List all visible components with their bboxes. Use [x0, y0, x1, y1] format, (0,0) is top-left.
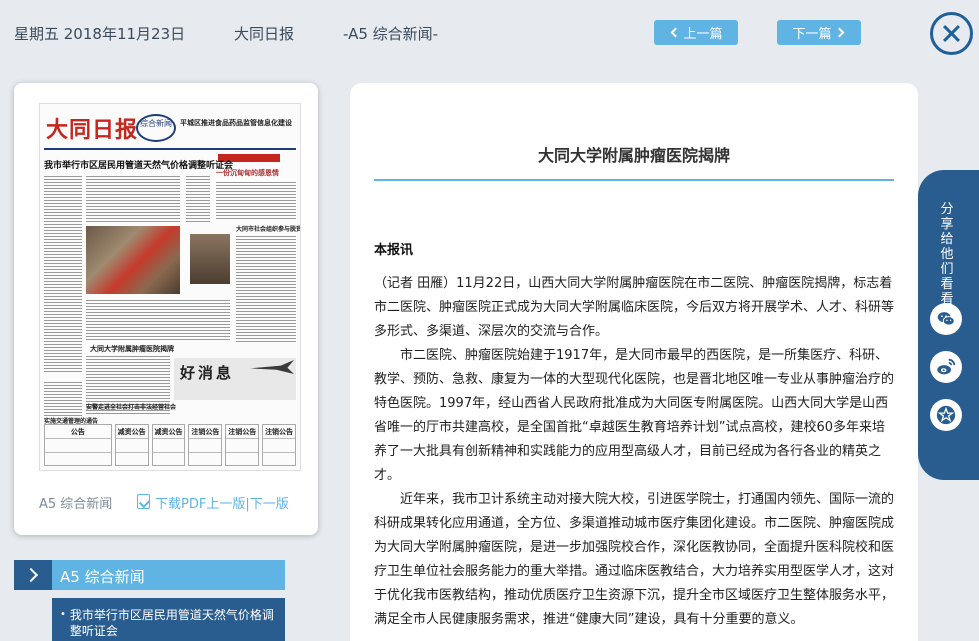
thumbnail-photo: [86, 226, 180, 294]
thumbnail-column: [216, 180, 296, 220]
chevron-right-icon: [14, 560, 52, 590]
thumbnail-ad-text: 好消息: [180, 364, 235, 382]
next-article-label: 下一篇: [792, 27, 832, 42]
article-body: （记者 田雁）11月22日，山西大同大学附属肿瘤医院在市二医院、肿瘤医院揭牌，标…: [374, 272, 894, 632]
thumbnail-column: [44, 380, 82, 416]
thumbnail-column: [186, 174, 210, 224]
share-panel: 分享给他们看看: [918, 170, 979, 480]
section-title: A5 综合新闻: [60, 568, 145, 586]
thumbnail-photo: [190, 234, 230, 284]
thumbnail-notice-cell: 注销公告: [262, 424, 296, 466]
article-title: 大同大学附属肿瘤医院揭牌: [537, 146, 730, 165]
issue-date: 星期五 2018年11月23日: [14, 25, 186, 43]
thumbnail-notice-cell: 减资公告: [114, 424, 149, 466]
article-source: 本报讯: [374, 243, 414, 258]
thumbnail-side-head: 安警走进全社会打击非法经营社会: [86, 404, 177, 411]
wechat-icon: [937, 312, 955, 326]
section-article-item[interactable]: • 我市举行市区居民用管道天然气价格调整听证会: [60, 607, 277, 639]
thumbnail-links: 下载PDF上一版|下一版: [155, 493, 289, 512]
chevron-right-icon: [834, 27, 844, 38]
thumbnail-notice-cell: 减资公告: [151, 424, 186, 466]
section-article-list: • 我市举行市区居民用管道天然气价格调整听证会: [52, 598, 285, 641]
page-thumbnail-card: 大同日报 综合新闻 平城区推进食品药品监管信息化建设 我市举行市区居民用管道天然…: [14, 83, 318, 535]
thumbnail-section-label: A5 综合新闻: [39, 497, 113, 512]
thumbnail-notice-cell: 公告: [44, 424, 112, 466]
prev-page-link[interactable]: 上一版: [206, 497, 245, 512]
prev-article-button[interactable]: 上一篇: [654, 20, 738, 45]
bullet-icon: •: [60, 609, 66, 620]
article-paragraph: 近年来，我市卫计系统主动对接大院大校，引进医学院士，打通国内领先、国际一流的科研…: [374, 492, 895, 627]
thumbnail-rule: [44, 148, 296, 150]
thumbnail-masthead: 大同日报: [46, 117, 139, 143]
thumbnail-top-headline: 平城区推进食品药品监管信息化建设: [180, 119, 292, 127]
article-panel: 大同大学附属肿瘤医院揭牌 本报讯 （记者 田雁）11月22日，山西大同大学附属肿…: [350, 83, 918, 641]
next-article-button[interactable]: 下一篇: [777, 20, 861, 45]
weibo-share-button[interactable]: [930, 351, 962, 383]
thumbnail-column: [44, 174, 82, 374]
chevron-left-icon: [671, 27, 681, 38]
thumbnail-side-head: 一份沉甸甸的感恩情: [216, 169, 279, 177]
share-label: 分享给他们看看: [940, 202, 954, 307]
prev-article-label: 上一篇: [683, 27, 723, 42]
thumbnail-notice-cell: 注销公告: [188, 424, 223, 466]
favorite-button[interactable]: [930, 399, 962, 431]
close-icon[interactable]: [930, 12, 973, 55]
thumbnail-badge: 综合新闻: [136, 114, 176, 142]
thumbnail-side-head: 大同大学附属肿瘤医院揭牌: [90, 345, 174, 353]
page-thumbnail[interactable]: 大同日报 综合新闻 平城区推进食品药品监管信息化建设 我市举行市区居民用管道天然…: [39, 103, 301, 471]
thumbnail-notice-cell: 注销公告: [225, 424, 260, 466]
next-page-link[interactable]: 下一版: [250, 497, 289, 512]
top-bar: 星期五 2018年11月23日 大同日报 -A5 综合新闻- 上一篇 下一篇: [0, 0, 979, 68]
section-article-title: 我市举行市区居民用管道天然气价格调整听证会: [69, 608, 274, 638]
paper-name: 大同日报: [234, 25, 295, 43]
thumbnail-column: [236, 234, 296, 344]
thumbnail-notice-grid: 公告 减资公告 减资公告 注销公告 注销公告 注销公告: [44, 424, 296, 466]
title-divider: [374, 179, 894, 181]
wechat-share-button[interactable]: [930, 303, 962, 335]
download-pdf-icon[interactable]: [137, 494, 150, 509]
weibo-icon: [937, 358, 956, 375]
section-header[interactable]: A5 综合新闻: [14, 560, 285, 590]
star-icon: [936, 405, 956, 425]
thumbnail-side-head: 大同市社会组织参与脱贫攻坚行动: [236, 226, 301, 233]
edition-label: -A5 综合新闻-: [343, 25, 439, 43]
article-paragraph: 市二医院、肿瘤医院始建于1917年，是大同市最早的西医院，是一所集医疗、科研、教…: [374, 348, 895, 483]
article-paragraph: （记者 田雁）11月22日，山西大同大学附属肿瘤医院在市二医院、肿瘤医院揭牌，标…: [374, 276, 895, 339]
section-nav: A5 综合新闻 • 我市举行市区居民用管道天然气价格调整听证会: [14, 560, 285, 641]
download-pdf-link[interactable]: 下载PDF: [155, 497, 206, 512]
thumbnail-main-headline: 我市举行市区居民用管道天然气价格调整听证会: [44, 161, 234, 171]
thumbnail-column: [86, 174, 180, 222]
thumbnail-column: [86, 298, 230, 342]
